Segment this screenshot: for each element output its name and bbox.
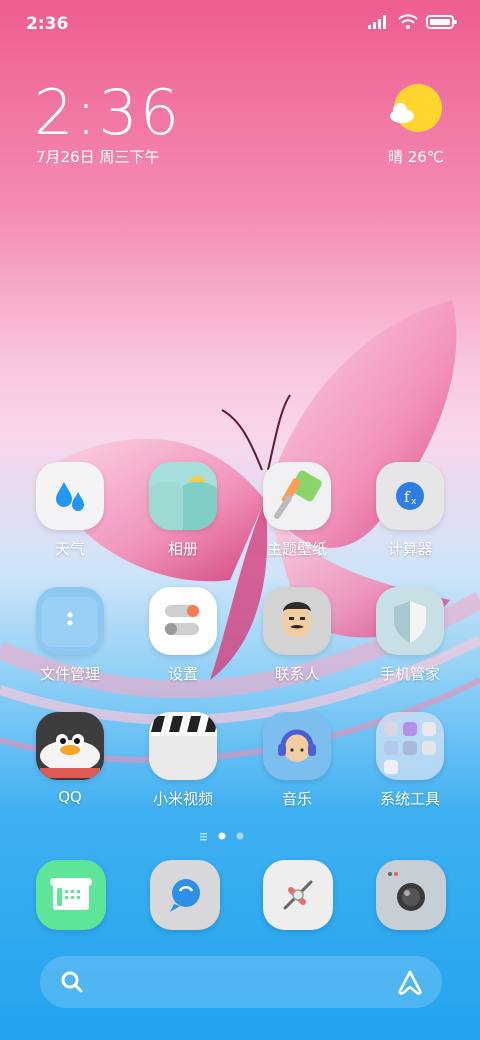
svg-text:x: x: [411, 497, 417, 507]
weather-drops-icon: [36, 462, 104, 530]
app-label: 天气: [54, 540, 85, 558]
gallery-icon: [149, 462, 217, 530]
system-tools-folder-icon: [376, 712, 444, 780]
calculator-icon: f x: [376, 462, 444, 530]
widget-date: 7月26日 周三下午: [36, 148, 160, 166]
page-dot-active[interactable]: [218, 832, 226, 840]
app-label: 相册: [167, 540, 198, 558]
app-file-manager[interactable]: 文件管理: [15, 587, 125, 697]
search-bar[interactable]: [40, 956, 442, 1008]
app-calculator[interactable]: f x 计算器: [355, 462, 465, 572]
signal-icon: [368, 15, 386, 29]
app-label: 小米视频: [152, 790, 213, 808]
contacts-face-icon: [263, 587, 331, 655]
file-manager-icon: [36, 587, 104, 655]
search-icon: [61, 971, 83, 993]
security-shield-icon: [376, 587, 444, 655]
phone-icon: [50, 878, 92, 910]
app-label: 计算器: [387, 540, 433, 558]
app-label: QQ: [58, 788, 82, 806]
dock-phone[interactable]: [36, 860, 106, 930]
app-contacts[interactable]: 联系人: [242, 587, 352, 697]
dock-browser[interactable]: [263, 860, 333, 930]
app-label: 设置: [167, 665, 198, 683]
app-system-tools-folder[interactable]: 系统工具: [355, 712, 465, 822]
home-list-icon: [200, 833, 207, 841]
browser-icon: [283, 880, 313, 910]
page-indicator: [200, 832, 244, 841]
app-label: 文件管理: [39, 665, 100, 683]
assistant-icon[interactable]: [396, 968, 424, 996]
app-security[interactable]: 手机管家: [355, 587, 465, 697]
camera-icon: [388, 872, 425, 911]
app-settings[interactable]: 设置: [128, 587, 238, 697]
battery-icon: [426, 15, 457, 29]
sun-cloud-icon[interactable]: [390, 84, 444, 134]
app-music[interactable]: 音乐: [242, 712, 352, 822]
app-label: 主题壁纸: [266, 540, 327, 558]
app-label: 系统工具: [379, 790, 440, 808]
status-bar: 2:36: [0, 0, 480, 50]
settings-toggle-icon: [149, 587, 217, 655]
app-qq[interactable]: QQ: [15, 712, 125, 822]
widget-clock[interactable]: 2:36: [34, 76, 181, 149]
page-dot[interactable]: [236, 832, 244, 840]
video-clapper-icon: [149, 712, 217, 780]
widget-weather: 晴 26℃: [388, 148, 444, 166]
app-gallery[interactable]: 相册: [128, 462, 238, 572]
app-weather[interactable]: 天气: [15, 462, 125, 572]
dock-messages[interactable]: [150, 860, 220, 930]
music-headphone-icon: [263, 712, 331, 780]
app-label: 手机管家: [379, 665, 440, 683]
app-themes[interactable]: 主题壁纸: [242, 462, 352, 572]
messages-icon: [170, 879, 200, 912]
app-label: 联系人: [274, 665, 320, 683]
app-label: 音乐: [281, 790, 312, 808]
wifi-icon: [398, 14, 418, 29]
status-time: 2:36: [26, 14, 69, 34]
qq-penguin-icon: [36, 712, 104, 780]
app-mi-video[interactable]: 小米视频: [128, 712, 238, 822]
dock-camera[interactable]: [376, 860, 446, 930]
status-icons: [368, 14, 458, 30]
theme-roller-icon: [263, 462, 331, 530]
